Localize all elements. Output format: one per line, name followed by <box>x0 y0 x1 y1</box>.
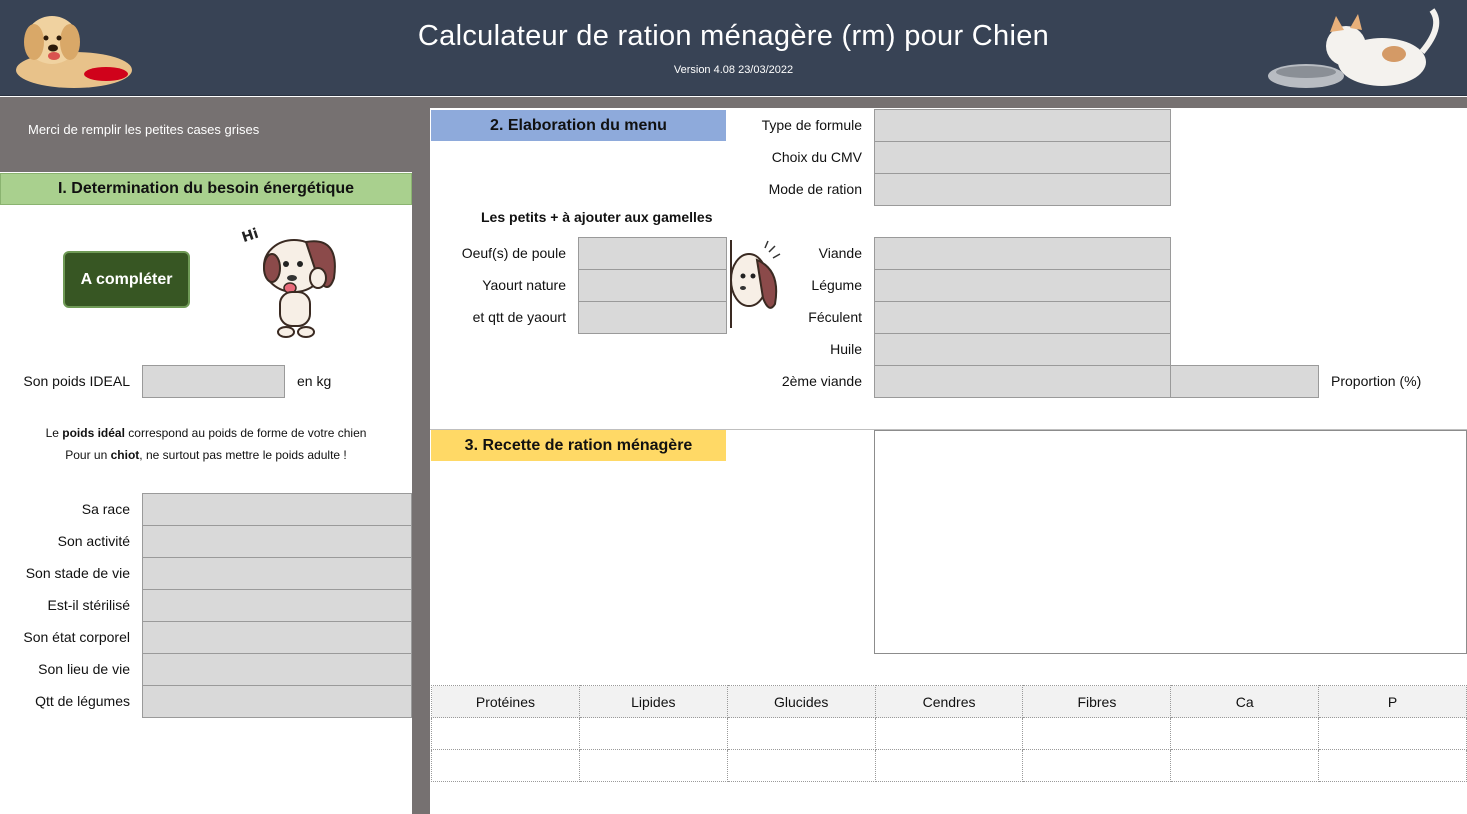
nutrient-header-fibres: Fibres <box>1022 685 1172 718</box>
field-label-legumes: Qtt de légumes <box>35 693 130 709</box>
nutrient-header-glucides: Glucides <box>726 685 876 718</box>
field-label-formule: Type de formule <box>761 117 862 133</box>
proportion-label: Proportion (%) <box>1331 373 1422 389</box>
qtt-yaourt-input[interactable] <box>578 301 727 334</box>
app-header: Calculateur de ration ménagère (rm) pour… <box>0 0 1467 96</box>
field-label-mode: Mode de ration <box>768 181 862 197</box>
proportion-input[interactable] <box>1170 365 1319 398</box>
feculent-input[interactable] <box>874 301 1171 334</box>
nutrient-header-lipides: Lipides <box>578 685 728 718</box>
field-label-qtt-yaourt: et qtt de yaourt <box>472 309 566 325</box>
nutrients-table: Protéines Lipides Glucides Cendres Fibre… <box>431 685 1467 782</box>
table-row <box>431 717 1467 750</box>
field-label-cmv: Choix du CMV <box>771 149 862 165</box>
field-label-viande2: 2ème viande <box>781 373 862 389</box>
stade-input[interactable] <box>142 557 412 590</box>
table-cell <box>431 717 580 750</box>
race-input[interactable] <box>142 493 412 526</box>
nutrient-header-proteines: Protéines <box>431 685 580 718</box>
recipe-output-box <box>874 430 1467 654</box>
nutrient-header-ca: Ca <box>1170 685 1320 718</box>
app-version: Version 4.08 23/03/2022 <box>673 64 794 76</box>
legumes-input[interactable] <box>142 685 412 718</box>
field-label-huile: Huile <box>830 341 862 357</box>
activite-input[interactable] <box>142 525 412 558</box>
nutrients-header-row: Protéines Lipides Glucides Cendres Fibre… <box>431 685 1467 718</box>
mode-input[interactable] <box>874 173 1171 206</box>
section2-header: 2. Elaboration du menu <box>431 110 726 141</box>
field-label-oeuf: Oeuf(s) de poule <box>461 245 566 261</box>
table-cell <box>726 717 876 750</box>
field-label-stade: Son stade de vie <box>25 565 130 581</box>
extras-title: Les petits + à ajouter aux gamelles <box>481 209 713 225</box>
field-label-activite: Son activité <box>57 533 130 549</box>
field-label-legume: Légume <box>811 277 862 293</box>
yaourt-input[interactable] <box>578 269 727 302</box>
poids-label: Son poids IDEAL <box>23 373 130 389</box>
complete-button[interactable]: A compléter <box>63 251 190 308</box>
svg-text:Hi: Hi <box>240 226 261 246</box>
table-cell <box>1022 749 1172 782</box>
section1-header: I. Determination du besoin énergétique <box>0 173 412 205</box>
table-cell <box>1022 717 1172 750</box>
field-label-lieu: Son lieu de vie <box>38 661 130 677</box>
poids-note-line2: Pour un chiot, ne surtout pas mettre le … <box>65 448 347 462</box>
table-cell <box>726 749 876 782</box>
table-cell <box>874 717 1024 750</box>
field-label-sterilise: Est-il stérilisé <box>47 597 130 613</box>
hint-text: Merci de remplir les petites cases grise… <box>28 122 260 137</box>
poids-input[interactable] <box>142 365 285 398</box>
nutrient-header-p: P <box>1318 685 1467 718</box>
lieu-input[interactable] <box>142 653 412 686</box>
cmv-input[interactable] <box>874 141 1171 174</box>
section3-header: 3. Recette de ration ménagère <box>431 430 726 461</box>
table-cell <box>431 749 580 782</box>
etat-input[interactable] <box>142 621 412 654</box>
field-label-race: Sa race <box>81 501 130 517</box>
grey-divider <box>412 97 430 814</box>
viande-input[interactable] <box>874 237 1171 270</box>
poids-note-line1: Le poids idéal correspond au poids de fo… <box>45 426 367 440</box>
table-cell <box>1170 749 1320 782</box>
poids-unit: en kg <box>297 373 332 389</box>
field-label-feculent: Féculent <box>808 309 862 325</box>
huile-input[interactable] <box>874 333 1171 366</box>
table-cell <box>1170 717 1320 750</box>
table-cell <box>874 749 1024 782</box>
table-cell <box>1318 749 1467 782</box>
field-label-viande: Viande <box>818 245 862 261</box>
app-title: Calculateur de ration ménagère (rm) pour… <box>417 20 1050 52</box>
nutrient-header-cendres: Cendres <box>874 685 1024 718</box>
hi-dog-cartoon: Hi <box>240 226 336 338</box>
field-label-etat: Son état corporel <box>23 629 130 645</box>
sterilise-input[interactable] <box>142 589 412 622</box>
oeuf-input[interactable] <box>578 237 727 270</box>
viande2-input[interactable] <box>874 365 1171 398</box>
table-cell <box>578 749 728 782</box>
formule-input[interactable] <box>874 109 1171 142</box>
table-row <box>431 749 1467 782</box>
table-cell <box>578 717 728 750</box>
legume-input[interactable] <box>874 269 1171 302</box>
field-label-yaourt: Yaourt nature <box>482 277 566 293</box>
table-cell <box>1318 717 1467 750</box>
